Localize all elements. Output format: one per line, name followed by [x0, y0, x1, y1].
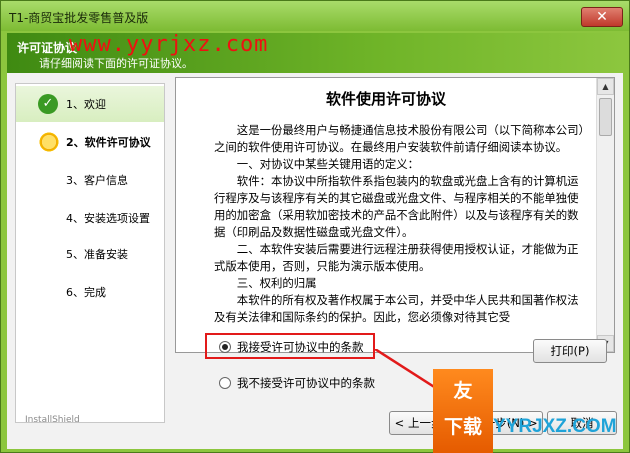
header-title: 许可证协议 — [17, 41, 78, 55]
license-paragraph: 本软件的所有权及著作权属于本公司，并受中华人民共和国著作权法及有关法律和国际条约… — [214, 293, 579, 324]
license-paragraph: 二、本软件安装后需要进行远程注册获得使用授权认证，才能做为正式版本使用，否则，只… — [214, 242, 579, 273]
step-install-options: 4、安装选项设置 — [16, 200, 164, 236]
license-paragraph: 软件：本协议中所指软件系指包装内的软盘或光盘上含有的计算机运行程序及与该程序有关… — [214, 174, 579, 239]
step-label: 4、安装选项设置 — [66, 212, 150, 225]
check-icon: ✓ — [38, 94, 58, 114]
step-list: ✓ 1、欢迎 2、软件许可协议 3、客户信息 4、安装选项设置 5、准备安装 6… — [15, 83, 165, 423]
step-label: 5、准备安装 — [66, 248, 128, 261]
logo-badge-top: 友 — [453, 380, 473, 402]
wizard-client-area: 许可证协议 请仔细阅读下面的许可证协议。 www.yyrjxz.com ✓ 1、… — [7, 32, 623, 449]
license-paragraph: 三、权利的归属 — [236, 276, 317, 290]
license-title: 软件使用许可协议 — [325, 90, 446, 108]
decline-label: 我不接受许可协议中的条款 — [237, 376, 375, 390]
sun-icon — [38, 131, 60, 153]
site-logo-badge: 友 下载 — [433, 369, 493, 453]
step-license: 2、软件许可协议 — [16, 124, 164, 160]
logo-badge-bottom: 下载 — [443, 416, 482, 438]
license-body: 这是一份最终用户与畅捷通信息技术股份有限公司（以下简称本公司）之间的软件使用许可… — [214, 122, 586, 326]
radio-unselected-icon[interactable] — [219, 377, 231, 389]
print-button[interactable]: 打印(P) — [533, 339, 607, 363]
scroll-thumb[interactable] — [599, 98, 612, 136]
step-label: 3、客户信息 — [66, 174, 128, 187]
step-prepare: 5、准备安装 — [16, 236, 164, 272]
step-label: 2、软件许可协议 — [66, 136, 151, 149]
wizard-header: 许可证协议 请仔细阅读下面的许可证协议。 www.yyrjxz.com — [7, 32, 623, 73]
step-label: 1、欢迎 — [66, 98, 106, 111]
window-title: T1-商贸宝批发零售普及版 — [9, 11, 149, 25]
title-bar: T1-商贸宝批发零售普及版 ✕ — [1, 1, 629, 31]
step-customer-info: 3、客户信息 — [16, 162, 164, 198]
step-label: 6、完成 — [66, 286, 106, 299]
highlight-box — [205, 333, 375, 359]
scroll-up-icon[interactable]: ▲ — [597, 78, 614, 95]
decline-option[interactable]: 我不接受许可协议中的条款 — [219, 375, 375, 391]
step-finish: 6、完成 — [16, 274, 164, 310]
site-logo-text: YYRJXZ.COM — [493, 416, 617, 437]
license-text-box[interactable]: 软件使用许可协议 这是一份最终用户与畅捷通信息技术股份有限公司（以下简称本公司）… — [175, 77, 615, 353]
header-subtitle: 请仔细阅读下面的许可证协议。 — [39, 57, 193, 70]
watermark-url: www.yyrjxz.com — [69, 32, 269, 57]
installshield-label: InstallShield — [25, 415, 80, 425]
vertical-scrollbar[interactable]: ▲ ▼ — [596, 78, 614, 352]
license-paragraph: 一、对协议中某些关键用语的定义： — [236, 157, 420, 171]
close-button[interactable]: ✕ — [581, 7, 623, 27]
license-paragraph: 这是一份最终用户与畅捷通信息技术股份有限公司（以下简称本公司）之间的软件使用许可… — [214, 123, 585, 154]
step-welcome: ✓ 1、欢迎 — [16, 86, 164, 122]
installer-window: T1-商贸宝批发零售普及版 ✕ 许可证协议 请仔细阅读下面的许可证协议。 www… — [0, 0, 630, 453]
